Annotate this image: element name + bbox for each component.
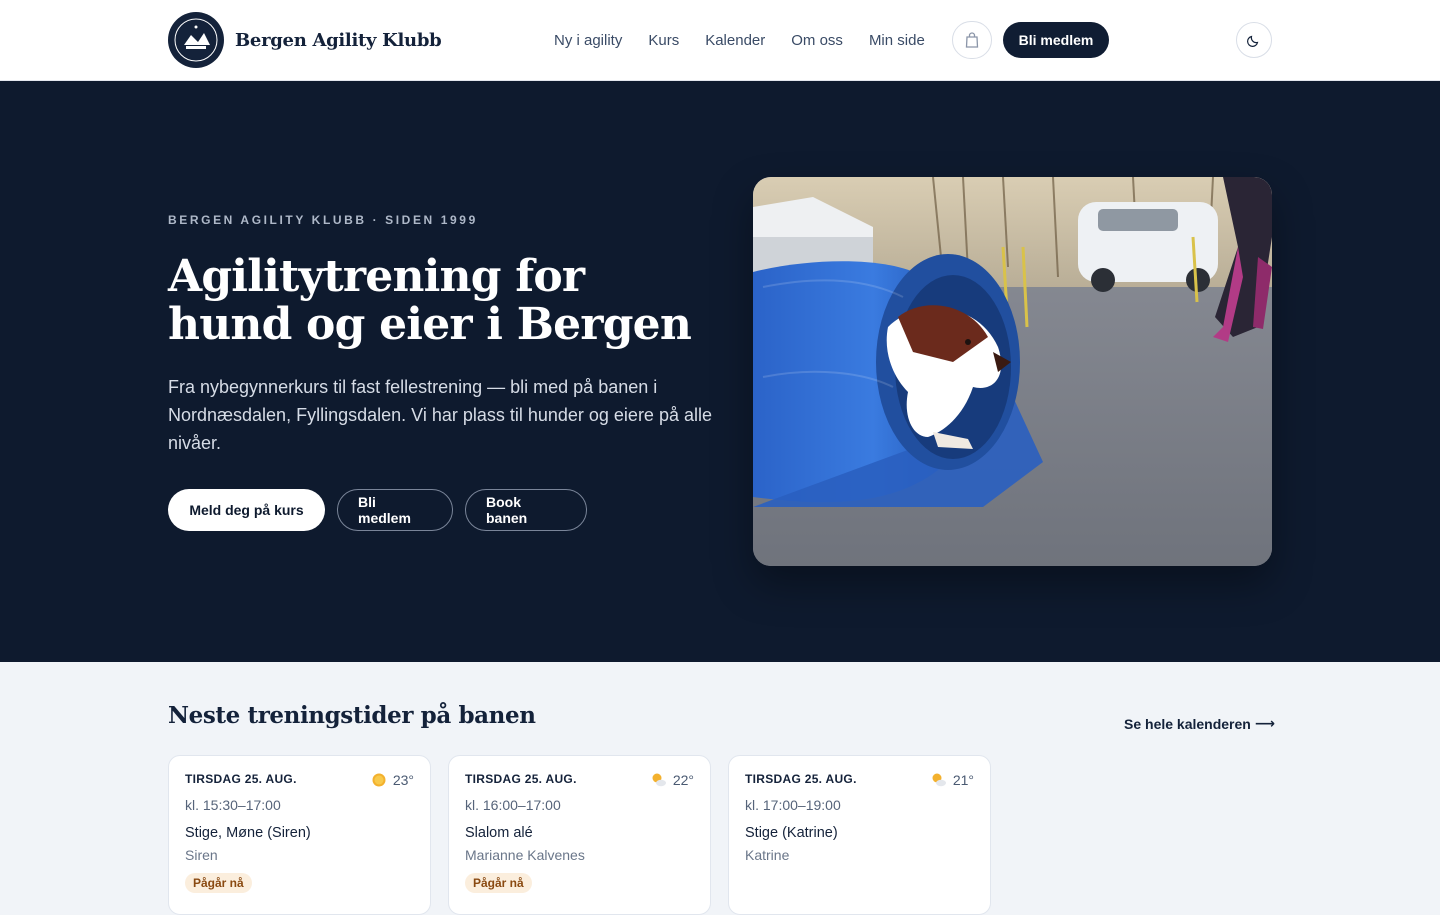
- full-calendar-link[interactable]: Se hele kalenderen ⟶: [1124, 715, 1275, 732]
- status-badge: Pågår nå: [185, 873, 252, 893]
- arrow-right-icon: ⟶: [1254, 715, 1275, 731]
- join-button[interactable]: Bli medlem: [1003, 22, 1109, 58]
- site-header: Bergen Agility Klubb Ny i agility Kurs K…: [0, 0, 1440, 81]
- hero-photo-dog-in-tunnel: [753, 177, 1272, 566]
- session-trainer: Marianne Kalvenes: [465, 847, 585, 863]
- section-title: Neste treningstider på banen: [168, 702, 536, 729]
- session-title: Stige (Katrine): [745, 825, 838, 841]
- session-title: Stige, Møne (Siren): [185, 825, 311, 841]
- partly-cloudy-icon: [932, 773, 946, 787]
- session-temperature: 23°: [392, 772, 414, 788]
- session-card-list: TIRSDAG 25. AUG. 23° kl. 15:30–17:00 Sti…: [168, 755, 991, 915]
- session-weather: 21°: [931, 772, 974, 788]
- hero-section: BERGEN AGILITY KLUBB · SIDEN 1999 Agilit…: [0, 81, 1440, 662]
- session-weather: 23°: [371, 772, 414, 788]
- session-card[interactable]: TIRSDAG 25. AUG. 22° kl. 16:00–17:00 Sla…: [448, 755, 711, 915]
- hero-title: Agilitytrening for hund og eier i Bergen: [168, 253, 728, 349]
- session-date: TIRSDAG 25. AUG.: [465, 772, 577, 786]
- session-date: TIRSDAG 25. AUG.: [745, 772, 857, 786]
- partly-cloudy-icon: [652, 773, 666, 787]
- hero-title-line-1: Agilitytrening for: [168, 251, 585, 302]
- shopping-bag-button[interactable]: [952, 21, 992, 59]
- moon-icon: [1247, 35, 1259, 47]
- full-calendar-link-label: Se hele kalenderen: [1124, 715, 1251, 732]
- training-sessions-section: Neste treningstider på banen Se hele kal…: [0, 662, 1440, 915]
- session-card[interactable]: TIRSDAG 25. AUG. 23° kl. 15:30–17:00 Sti…: [168, 755, 431, 915]
- become-member-button[interactable]: Bli medlem: [337, 489, 453, 531]
- session-date: TIRSDAG 25. AUG.: [185, 772, 297, 786]
- nav-item-kurs[interactable]: Kurs: [648, 30, 679, 52]
- session-time: kl. 17:00–19:00: [745, 797, 841, 813]
- session-trainer: Siren: [185, 847, 218, 863]
- hero-lead: Fra nybegynnerkurs til fast fellestrenin…: [168, 377, 712, 453]
- session-trainer: Katrine: [745, 847, 790, 863]
- bag-icon: [965, 32, 979, 48]
- session-time: kl. 16:00–17:00: [465, 797, 561, 813]
- hero-eyebrow: BERGEN AGILITY KLUBB · SIDEN 1999: [168, 213, 478, 227]
- hero-cta-group: Meld deg på kurs Bli medlem Book banen: [168, 489, 587, 531]
- brand-name: Bergen Agility Klubb: [235, 29, 442, 51]
- session-temperature: 22°: [672, 772, 694, 788]
- nav-item-ny-i-agility[interactable]: Ny i agility: [554, 30, 622, 52]
- status-badge: Pågår nå: [465, 873, 532, 893]
- theme-toggle-button[interactable]: [1236, 22, 1272, 58]
- session-temperature: 21°: [952, 772, 974, 788]
- book-field-button[interactable]: Book banen: [465, 489, 587, 531]
- signup-course-button[interactable]: Meld deg på kurs: [168, 489, 325, 531]
- session-time: kl. 15:30–17:00: [185, 797, 281, 813]
- club-logo: [168, 12, 224, 68]
- session-weather: 22°: [651, 772, 694, 788]
- session-card[interactable]: TIRSDAG 25. AUG. 21° kl. 17:00–19:00 Sti…: [728, 755, 991, 915]
- hero-title-line-2: hund og eier i Bergen: [168, 299, 692, 350]
- nav-item-kalender[interactable]: Kalender: [705, 30, 765, 52]
- session-title: Slalom alé: [465, 825, 533, 841]
- brand-link[interactable]: Bergen Agility Klubb: [168, 12, 442, 68]
- sun-icon: [372, 773, 386, 787]
- main-nav: Ny i agility Kurs Kalender Om oss Min si…: [554, 30, 925, 52]
- nav-item-min-side[interactable]: Min side: [869, 30, 925, 52]
- nav-item-om-oss[interactable]: Om oss: [791, 30, 843, 52]
